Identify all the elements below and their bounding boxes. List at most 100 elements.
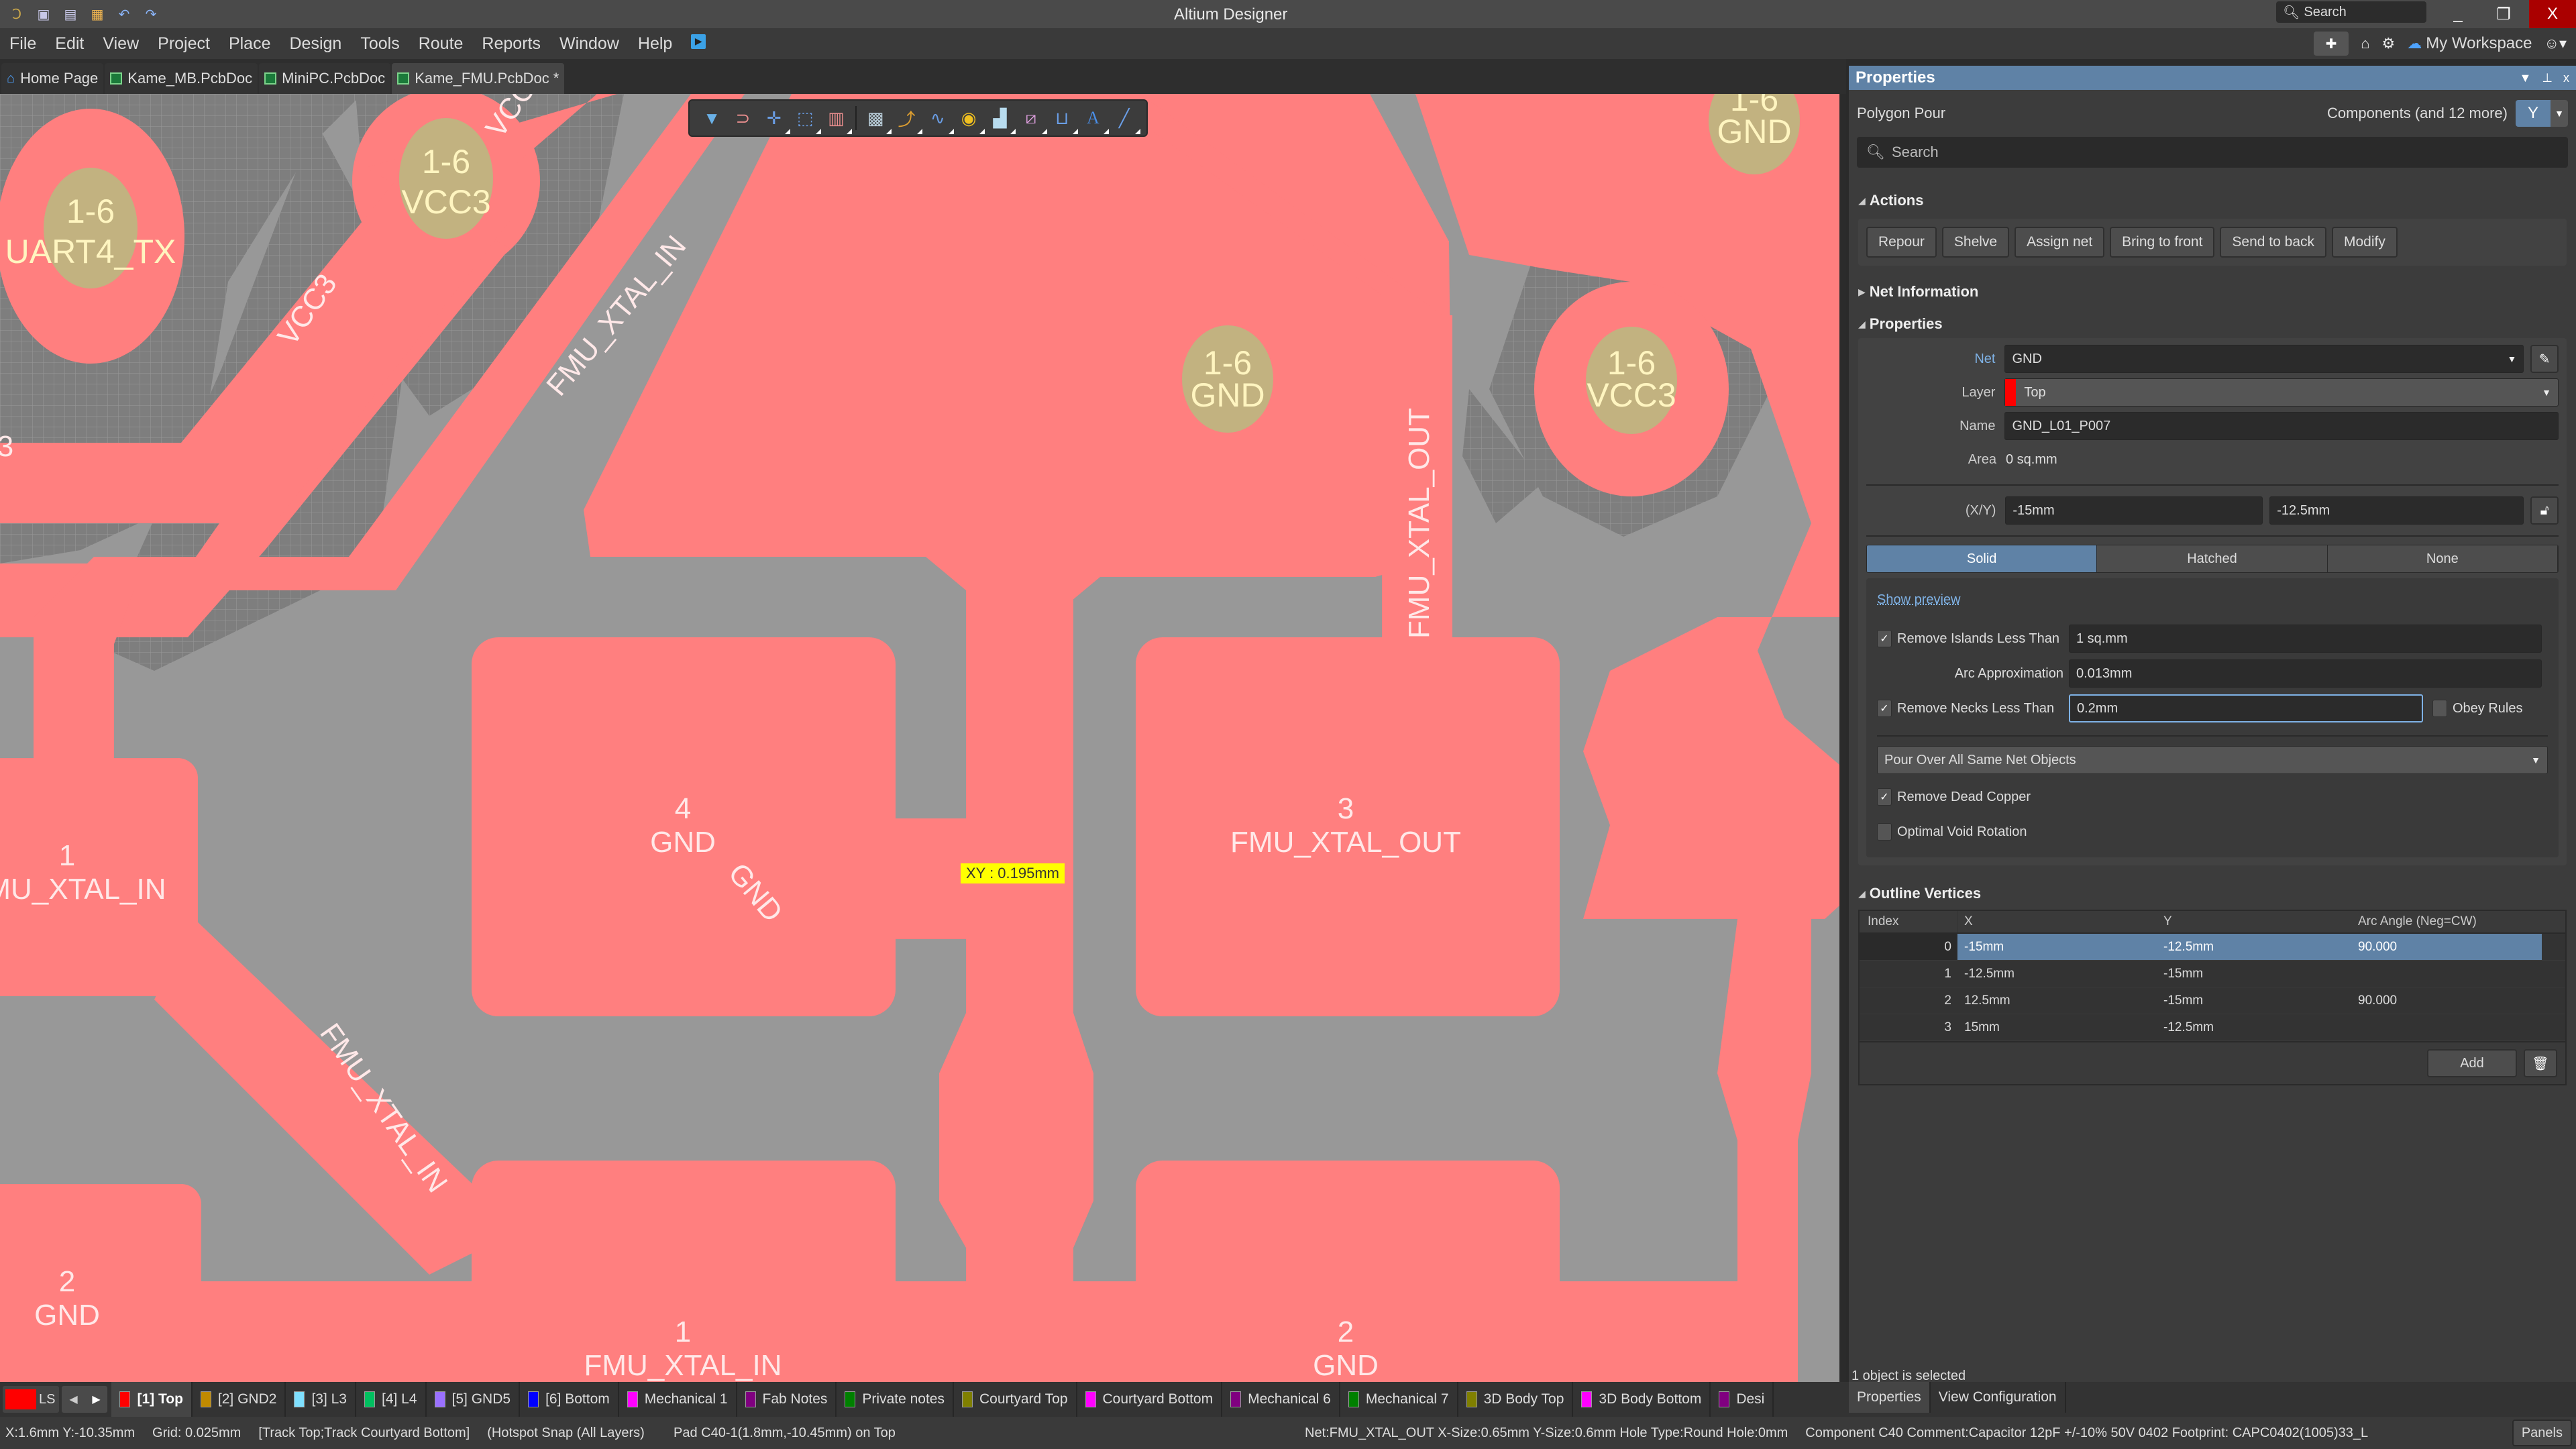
menu-edit[interactable]: Edit (55, 34, 84, 54)
status-grid[interactable]: Grid: 0.025mm (152, 1426, 241, 1441)
layer-tab[interactable]: Desi (1711, 1382, 1774, 1417)
align-icon[interactable]: ▥ (824, 106, 853, 134)
cell-y[interactable]: -12.5mm (2153, 934, 2347, 960)
layer-tab[interactable]: [5] GND5 (427, 1382, 521, 1417)
diff-pair-icon[interactable]: ∿ (926, 106, 954, 134)
menu-help[interactable]: Help (638, 34, 672, 54)
open-icon[interactable]: ▦ (89, 5, 106, 23)
user-icon[interactable]: ☺▾ (2544, 35, 2567, 52)
cell-x[interactable]: -12.5mm (1957, 961, 2153, 987)
column-header-index[interactable]: Index (1860, 911, 1957, 932)
show-preview-link[interactable]: Show preview (1877, 592, 1961, 608)
restore-button[interactable]: ❐ (2482, 0, 2525, 28)
filter-icon[interactable]: ▼ (700, 106, 724, 130)
keepout-icon[interactable]: ⧄ (1019, 106, 1047, 134)
name-input[interactable]: GND_L01_P007 (2004, 412, 2559, 440)
table-row[interactable]: 1 -12.5mm -15mm (1860, 961, 2565, 987)
extension-icon[interactable]: ▶ (691, 34, 706, 49)
global-search[interactable]: 🔍︎ Search (2276, 1, 2426, 23)
close-button[interactable]: X (2529, 0, 2576, 28)
menu-file[interactable]: File (9, 34, 36, 54)
net-picker-button[interactable]: ✎ (2530, 345, 2559, 373)
panel-tab-properties[interactable]: Properties (1849, 1382, 1931, 1413)
tab-minipc[interactable]: MiniPC.PcbDoc (259, 63, 391, 94)
column-header-arc-angle[interactable]: Arc Angle (Neg=CW) (2347, 911, 2542, 932)
filter-button[interactable]: Y ▼ (2516, 100, 2568, 127)
redo-icon[interactable]: ↷ (142, 5, 160, 23)
minimize-button[interactable]: _ (2436, 0, 2479, 28)
save-icon[interactable]: ▣ (35, 5, 52, 23)
modify-button[interactable]: Modify (2332, 227, 2398, 258)
cell-arc[interactable]: 90.000 (2347, 934, 2542, 960)
menu-project[interactable]: Project (158, 34, 210, 54)
fill-mode-solid[interactable]: Solid (1867, 545, 2098, 572)
table-row[interactable]: 2 12.5mm -15mm 90.000 (1860, 987, 2565, 1014)
remove-islands-checkbox[interactable]: ✓ (1877, 630, 1892, 647)
panel-menu-icon[interactable]: ▼ (2519, 71, 2531, 85)
cell-x[interactable]: 15mm (1957, 1014, 2153, 1040)
menu-reports[interactable]: Reports (482, 34, 541, 54)
layer-next-icon[interactable]: ▶ (85, 1386, 107, 1413)
column-header-x[interactable]: X (1957, 911, 2153, 932)
dimension-icon[interactable]: ⊔ (1050, 106, 1079, 134)
section-actions[interactable]: ◢ Actions (1849, 182, 2576, 219)
menu-route[interactable]: Route (419, 34, 464, 54)
layer-tab[interactable]: Courtyard Bottom (1077, 1382, 1223, 1417)
net-select[interactable]: GND ▼ (2004, 345, 2524, 373)
menu-window[interactable]: Window (559, 34, 619, 54)
filter-icon[interactable]: Y (2516, 100, 2551, 127)
table-row[interactable]: 0 -15mm -12.5mm 90.000 (1860, 934, 2565, 961)
section-properties[interactable]: ◢ Properties (1849, 310, 2576, 338)
undo-icon[interactable]: ↶ (115, 5, 133, 23)
component-icon[interactable]: ▩ (863, 106, 892, 134)
polygon-icon[interactable]: ▟ (987, 106, 1016, 134)
layer-select[interactable]: Top ▼ (2004, 378, 2559, 407)
remove-necks-input[interactable]: 0.2mm (2069, 694, 2423, 722)
tab-home-page[interactable]: ⌂ Home Page (1, 63, 104, 94)
pin-icon[interactable]: ⊥ (2542, 71, 2553, 85)
cell-y[interactable]: -15mm (2153, 987, 2347, 1014)
menu-place[interactable]: Place (229, 34, 271, 54)
section-net-information[interactable]: ▶ Net Information (1849, 274, 2576, 310)
layer-tab[interactable]: Private notes (837, 1382, 954, 1417)
bring-to-front-button[interactable]: Bring to front (2110, 227, 2215, 258)
cell-arc[interactable] (2347, 1014, 2542, 1040)
menu-view[interactable]: View (103, 34, 139, 54)
select-rect-icon[interactable]: ⬚ (793, 106, 822, 134)
layer-prev-icon[interactable]: ◀ (62, 1386, 85, 1413)
add-vertex-button[interactable]: Add (2427, 1049, 2517, 1077)
assign-net-button[interactable]: Assign net (2015, 227, 2105, 258)
move-icon[interactable]: ✛ (762, 106, 790, 134)
gear-icon[interactable]: ⚙ (2381, 35, 2395, 52)
home-icon[interactable]: ⌂ (2361, 35, 2369, 52)
panel-close-icon[interactable]: x (2563, 71, 2569, 85)
menu-design[interactable]: Design (290, 34, 342, 54)
obey-rules-checkbox[interactable] (2432, 700, 2447, 717)
y-input[interactable]: -12.5mm (2269, 496, 2524, 525)
optimal-void-rotation-checkbox[interactable] (1877, 823, 1892, 841)
layer-tab[interactable]: Courtyard Top (954, 1382, 1077, 1417)
cell-y[interactable]: -12.5mm (2153, 1014, 2347, 1040)
layer-tab[interactable]: Fab Notes (737, 1382, 837, 1417)
cell-arc[interactable] (2347, 961, 2542, 987)
remove-necks-checkbox[interactable]: ✓ (1877, 700, 1892, 717)
via-icon[interactable]: ◉ (957, 106, 985, 134)
route-icon[interactable]: ⤴ (894, 106, 923, 134)
pcb-canvas[interactable]: 1-6 UART4_TX 1-6 VCC3 1-6 GND 1-6 VCC3 1… (0, 94, 1839, 1382)
table-row[interactable]: 3 15mm -12.5mm (1860, 1014, 2565, 1041)
remove-dead-copper-checkbox[interactable]: ✓ (1877, 788, 1892, 806)
cell-x[interactable]: -15mm (1957, 934, 2153, 960)
send-to-back-button[interactable]: Send to back (2220, 227, 2326, 258)
pour-over-select[interactable]: Pour Over All Same Net Objects ▼ (1877, 746, 2548, 774)
repour-button[interactable]: Repour (1866, 227, 1937, 258)
panel-tab-view-configuration[interactable]: View Configuration (1931, 1382, 2066, 1413)
save-all-icon[interactable]: ▤ (62, 5, 79, 23)
layer-tab[interactable]: [4] L4 (356, 1382, 427, 1417)
magnet-icon[interactable]: ⊃ (731, 106, 755, 130)
layer-tab[interactable]: [1] Top (111, 1382, 193, 1417)
tab-kame-mb[interactable]: Kame_MB.PcbDoc (105, 63, 258, 94)
cell-y[interactable]: -15mm (2153, 961, 2347, 987)
layer-tab[interactable]: [6] Bottom (520, 1382, 619, 1417)
layer-set-button[interactable]: LS (3, 1386, 60, 1413)
shelve-button[interactable]: Shelve (1941, 227, 2010, 258)
